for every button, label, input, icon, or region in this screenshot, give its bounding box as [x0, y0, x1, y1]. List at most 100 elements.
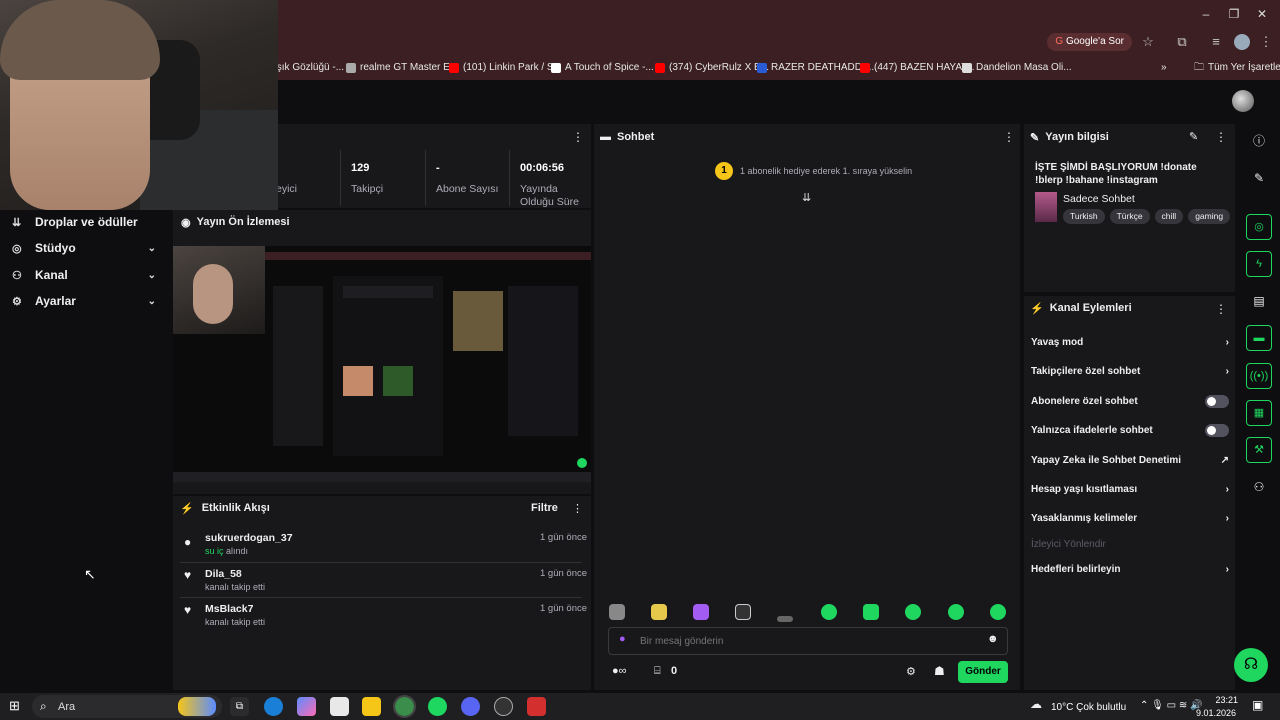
chat-bubble-icon[interactable]: ▬ — [1246, 325, 1272, 351]
store-icon[interactable] — [330, 697, 349, 716]
stream-preview-video[interactable] — [173, 246, 591, 482]
emote-icon[interactable] — [735, 604, 751, 620]
copilot-icon[interactable] — [297, 697, 316, 716]
google-ask-chip[interactable]: G Google'a Sor — [1047, 33, 1132, 51]
edit-icon[interactable]: ✎ — [1189, 130, 1198, 143]
bookmarks-overflow[interactable]: » — [1161, 60, 1167, 76]
chat-settings-icon[interactable]: ⚙ — [906, 665, 916, 678]
nav-drops[interactable]: ⇊ Droplar ve ödüller — [0, 209, 170, 235]
bookmark-item[interactable]: (447) BAZEN HAYAT... — [860, 60, 975, 76]
nav-settings[interactable]: ⚙ Ayarlar ⌄ — [0, 288, 170, 314]
action-label: Yapay Zeka ile Sohbet Denetimi — [1031, 454, 1182, 466]
broadcast-icon[interactable]: ((•)) — [1246, 363, 1272, 389]
spotify-icon[interactable] — [428, 697, 447, 716]
stream-info-menu-icon[interactable]: ⋮ — [1215, 130, 1227, 144]
banned-words-row[interactable]: Yasaklanmış kelimeler › — [1031, 508, 1229, 528]
activity-user[interactable]: sukruerdogan_37 — [205, 532, 293, 544]
tray-icons[interactable]: ⌃ 🎙 ▭ ≋ 🔊 — [1140, 700, 1202, 711]
user-avatar[interactable] — [1232, 90, 1254, 112]
pencil-icon[interactable]: ✎ — [1246, 165, 1272, 191]
community-icon[interactable]: ⚇ — [1246, 474, 1272, 500]
send-button[interactable]: Gönder — [958, 661, 1008, 683]
category-thumbnail[interactable] — [1035, 192, 1057, 222]
emote-icon[interactable] — [609, 604, 625, 620]
extensions-icon[interactable]: ⧉ — [1174, 34, 1190, 50]
obs-icon[interactable] — [494, 697, 513, 716]
activity-menu-icon[interactable]: ⋮ — [572, 502, 583, 515]
emote-icon[interactable] — [948, 604, 964, 620]
all-bookmarks[interactable]: 🗀 Tüm Yer İşaretleri — [1194, 60, 1280, 76]
bookmark-item[interactable]: (101) Linkin Park / S... — [449, 60, 562, 76]
star-icon[interactable]: ☆ — [1140, 34, 1156, 50]
account-age-row[interactable]: Hesap yaşı kısıtlaması › — [1031, 479, 1229, 499]
category-name[interactable]: Sadece Sohbet — [1063, 193, 1135, 205]
points-icon[interactable]: ●∞ — [612, 665, 627, 677]
menu-icon[interactable]: ⋮ — [1258, 34, 1274, 50]
windows-start-icon[interactable]: ⊞ — [9, 698, 20, 714]
gift-leaderboard-text[interactable]: 1 abonelik hediye ederek 1. sıraya yükse… — [740, 166, 912, 176]
bookmark-item[interactable]: Dandelion Masa Oli... — [962, 60, 1072, 76]
edge-icon[interactable] — [264, 697, 283, 716]
lightning-icon[interactable]: ϟ — [1246, 251, 1272, 277]
activity-user[interactable]: Dila_58 — [205, 568, 242, 580]
emote-icon[interactable] — [777, 616, 793, 622]
clip-icon[interactable]: ◎ — [1246, 214, 1272, 240]
wrench-icon[interactable]: ⚒ — [1246, 437, 1272, 463]
bookmark-item[interactable]: RAZER DEATHADDE... — [757, 60, 877, 76]
document-icon[interactable]: ▤ — [1246, 288, 1272, 314]
app-icon[interactable] — [527, 697, 546, 716]
emote-icon[interactable] — [693, 604, 709, 620]
task-view-icon[interactable]: ⧉ — [230, 697, 249, 716]
info-icon[interactable]: ⓘ — [1246, 128, 1272, 154]
subscribers-only-toggle[interactable] — [1205, 394, 1229, 408]
action-label: Yavaş mod — [1031, 336, 1084, 348]
nav-channel[interactable]: ⚇ Kanal ⌄ — [0, 262, 170, 288]
emoji-icon[interactable]: ☻ — [987, 633, 999, 645]
emote-icon[interactable] — [651, 604, 667, 620]
bot-icon[interactable]: ☗ — [934, 664, 945, 678]
profile-icon[interactable] — [1234, 34, 1250, 50]
nav-studio[interactable]: ◎ Stüdyo ⌄ — [0, 235, 170, 261]
file-explorer-icon[interactable] — [362, 697, 381, 716]
tag[interactable]: gaming — [1188, 209, 1231, 224]
bookmark-favicon-icon — [655, 63, 665, 73]
layout-icon[interactable]: ▦ — [1246, 400, 1272, 426]
channel-actions-menu-icon[interactable]: ⋮ — [1215, 302, 1227, 316]
weather-text[interactable]: 10°C Çok bulutlu — [1051, 702, 1126, 713]
microphone-icon[interactable]: ● — [619, 633, 626, 645]
emote-icon[interactable] — [990, 604, 1006, 620]
clock-time[interactable]: 23:21 — [1208, 695, 1238, 705]
tag[interactable]: chill — [1154, 209, 1184, 224]
filter-button[interactable]: Filtre — [531, 502, 558, 514]
emote-icon[interactable] — [905, 604, 921, 620]
close-icon[interactable]: ✕ — [1254, 6, 1270, 22]
clock-date[interactable]: 9.01.2026 — [1196, 708, 1236, 718]
notification-icon[interactable]: ▣ — [1252, 698, 1263, 712]
activity-user[interactable]: MsBlack7 — [205, 603, 253, 615]
chat-menu-icon[interactable]: ⋮ — [1003, 130, 1015, 144]
ai-moderation-row[interactable]: Yapay Zeka ile Sohbet Denetimi ↗ — [1031, 450, 1229, 470]
tag[interactable]: Türkçe — [1109, 209, 1150, 224]
slow-mode-row[interactable]: Yavaş mod › — [1031, 332, 1229, 352]
tag[interactable]: Turkish — [1063, 209, 1105, 224]
goals-row[interactable]: Hedefleri belirleyin › — [1031, 559, 1229, 579]
bookmark-item[interactable]: realme GT Master E... — [346, 60, 458, 76]
media-icon[interactable]: ≡ — [1208, 34, 1224, 50]
emote-icon[interactable] — [863, 604, 879, 620]
bookmark-item[interactable]: (374) CyberRulz X B... — [655, 60, 769, 76]
channel-icon: ⚇ — [12, 269, 22, 282]
discord-icon[interactable] — [461, 697, 480, 716]
help-chat-icon[interactable]: ☊ — [1234, 648, 1268, 682]
followers-only-row[interactable]: Takipçilere özel sohbet › — [1031, 361, 1229, 381]
stats-menu-icon[interactable]: ⋮ — [572, 130, 584, 144]
chat-message-input[interactable] — [640, 632, 970, 650]
restore-icon[interactable]: ❐ — [1226, 6, 1242, 22]
pinned-toggle-icon[interactable]: ⇊ — [802, 191, 811, 204]
minimize-icon[interactable]: – — [1198, 6, 1214, 22]
bookmark-item[interactable]: A Touch of Spice -... — [551, 60, 654, 76]
bookmark-label: (374) CyberRulz X B... — [669, 62, 770, 73]
emote-only-toggle[interactable] — [1205, 423, 1229, 437]
chrome-icon[interactable] — [393, 695, 416, 718]
emote-icon[interactable] — [821, 604, 837, 620]
gift-box-icon[interactable]: ⌸ — [654, 665, 661, 678]
